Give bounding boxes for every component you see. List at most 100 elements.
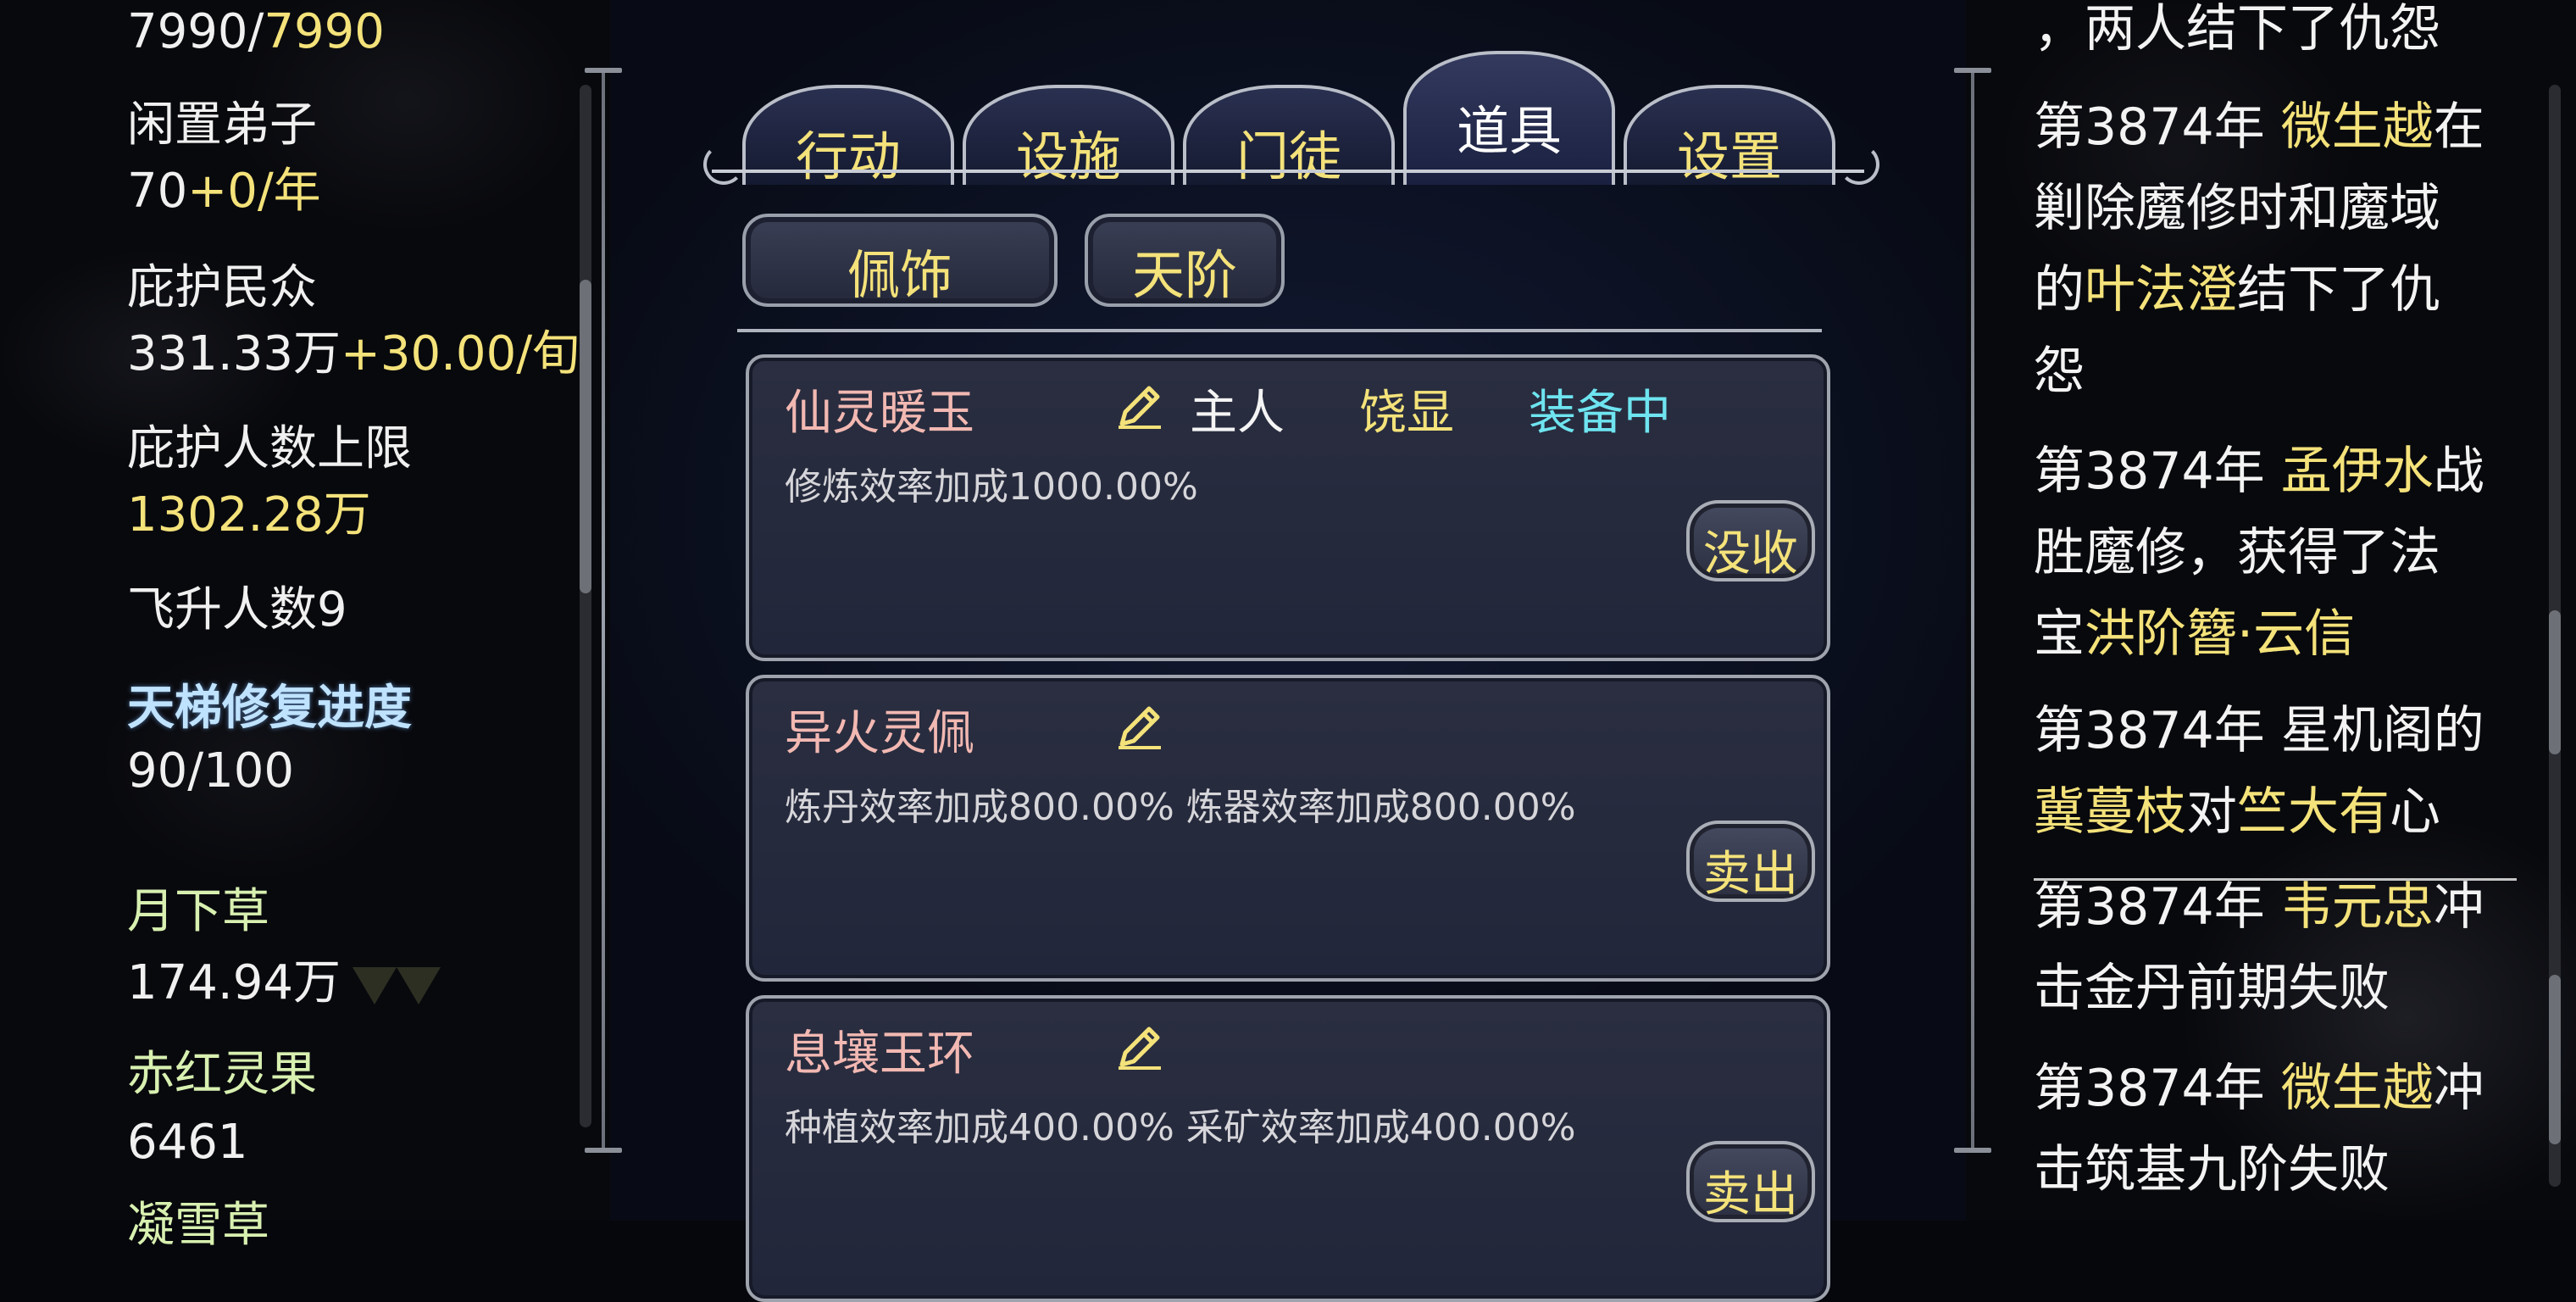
subtab-heavenly-tier-label: 天阶 — [1131, 244, 1237, 306]
log-text: ，两人结下了仇怨 — [2034, 0, 2440, 58]
tab-items[interactable]: 道具 — [1403, 51, 1615, 185]
protected-people-label: 庇护民众 — [127, 260, 317, 315]
log-treasure-name[interactable]: 洪阶簪·云信 — [2085, 604, 2355, 664]
log-text: 结下了仇 — [2237, 260, 2440, 320]
tab-facilities-label: 设施 — [1015, 125, 1121, 187]
right-scrollbar-thumb[interactable] — [2549, 610, 2561, 754]
item-equipped-status: 装备中 — [1529, 386, 1671, 441]
item-holder-name[interactable]: 饶显 — [1359, 375, 1454, 443]
log-text: 心 — [2390, 782, 2440, 842]
log-text: 第3874年 — [2034, 1059, 2281, 1118]
item-description: 修炼效率加成1000.00% — [785, 465, 1198, 509]
protected-people-value: 331.33万+30.00/旬 — [127, 324, 580, 385]
protect-cap-value: 1302.28万 — [127, 487, 371, 542]
log-text: 的 — [2034, 260, 2085, 320]
log-text: 怨 — [2034, 342, 2085, 401]
subtab-heavenly-tier[interactable]: 天阶 — [1085, 214, 1285, 307]
resource-red-fruit-label: 赤红灵果 — [127, 1047, 317, 1102]
idle-count: 70 — [127, 164, 188, 219]
rename-pencil-icon[interactable] — [1113, 700, 1164, 751]
item-owner-label: 主人 — [1190, 386, 1285, 441]
left-divider-cap-top — [585, 68, 622, 73]
log-text: 对 — [2186, 782, 2237, 842]
left-scrollbar-thumb[interactable] — [580, 280, 591, 593]
right-divider-cap-top — [1954, 68, 1991, 73]
left-divider-line — [602, 68, 605, 1153]
log-character-name[interactable]: 微生越 — [2281, 97, 2434, 157]
resource-moon-grass-value: 174.94万 — [127, 953, 441, 1014]
log-text: 在 — [2433, 97, 2484, 157]
log-character-name[interactable]: 孟伊水 — [2281, 442, 2434, 501]
event-log-entry: 第3874年 孟伊水战 胜魔修，获得了法 宝洪阶簪·云信 — [2034, 431, 2534, 675]
ascended-label: 飞升人数 — [127, 582, 317, 637]
log-text: 第3874年 星机阁的 — [2034, 701, 2484, 760]
hp-stat: 7990/7990 — [127, 2, 385, 63]
subtab-divider — [737, 329, 1822, 332]
item-card: 息壤玉环 种植效率加成400.00% 采矿效率加成400.00% 卖出 — [746, 995, 1830, 1302]
sell-button-label: 卖出 — [1703, 1167, 1798, 1222]
log-text: 胜魔修，获得了法 — [2034, 523, 2440, 582]
left-scrollbar[interactable] — [580, 85, 591, 1127]
ascended-stat: 飞升人数9 — [127, 580, 347, 641]
tab-bar-ornament-right — [1839, 144, 1879, 185]
item-card: 仙灵暖玉 主人 饶显 装备中 修炼效率加成1000.00% 没收 — [746, 354, 1830, 661]
event-log-entry: 第3874年 韦元忠冲 击金丹前期失败 — [2034, 866, 2534, 1029]
item-name: 息壤玉环 — [785, 1027, 974, 1082]
event-log-entry: 第3874年 星机阁的 冀蔓枝对竺大有心 — [2034, 690, 2534, 853]
log-character-name[interactable]: 竺大有 — [2237, 782, 2390, 842]
log-character-name[interactable]: 微生越 — [2281, 1059, 2434, 1118]
tab-items-label: 道具 — [1456, 100, 1562, 162]
subtab-accessories-label: 佩饰 — [847, 244, 952, 306]
event-log-line: ，两人结下了仇怨 — [2034, 0, 2534, 70]
resource-snow-grass-label: 凝雪草 — [127, 1198, 269, 1253]
log-text: 第3874年 — [2034, 442, 2281, 501]
tab-action-label: 行动 — [795, 125, 901, 187]
protected-rate: +30.00/旬 — [340, 326, 580, 381]
ladder-repair-label: 天梯修复进度 — [127, 681, 412, 736]
tab-bar-ornament-left — [703, 144, 744, 185]
sell-button-label: 卖出 — [1703, 847, 1798, 902]
resource-moon-grass-label: 月下草 — [127, 884, 269, 939]
idle-disciples-label: 闲置弟子 — [127, 97, 317, 153]
right-divider-cap-bottom — [1954, 1148, 1991, 1153]
item-description: 种植效率加成400.00% 采矿效率加成400.00% — [785, 1106, 1576, 1149]
decrease-arrow-icon — [396, 966, 441, 1004]
rename-pencil-icon[interactable] — [1113, 380, 1164, 431]
sell-button[interactable]: 卖出 — [1686, 1141, 1815, 1222]
idle-disciples-value: 70+0/年 — [127, 161, 321, 222]
log-character-name[interactable]: 韦元忠 — [2281, 877, 2434, 937]
item-card: 异火灵佩 炼丹效率加成800.00% 炼器效率加成800.00% 卖出 — [746, 675, 1830, 982]
log-character-name[interactable]: 叶法澄 — [2085, 260, 2237, 320]
ladder-repair-value: 90/100 — [127, 743, 295, 798]
log-text: 剿除魔修时和魔域 — [2034, 179, 2440, 238]
decrease-arrow-icon — [352, 966, 397, 1004]
hp-current: 7990/ — [127, 4, 264, 59]
item-name: 仙灵暖玉 — [785, 386, 974, 441]
item-name: 异火灵佩 — [785, 706, 974, 761]
log-text: 击筑基九阶失败 — [2034, 1140, 2390, 1199]
event-log-entry: 第3874年 微生越在 剿除魔修时和魔域 的叶法澄结下了仇 怨 — [2034, 86, 2534, 412]
sell-button[interactable]: 卖出 — [1686, 821, 1815, 902]
log-text: 第3874年 — [2034, 877, 2281, 937]
rename-pencil-icon[interactable] — [1113, 1021, 1164, 1071]
right-scrollbar-thumb-lower[interactable] — [2549, 975, 2561, 1144]
resource-red-fruit-value: 6461 — [127, 1115, 248, 1170]
main-tab-bar: 行动 设施 门徒 道具 设置 — [703, 17, 1879, 187]
tab-bar-baseline — [712, 170, 1864, 173]
subtab-accessories[interactable]: 佩饰 — [742, 214, 1058, 307]
confiscate-button[interactable]: 没收 — [1686, 500, 1815, 581]
hp-max: 7990 — [264, 4, 385, 59]
log-text: 冲 — [2433, 1059, 2484, 1118]
ascended-value: 9 — [317, 582, 347, 637]
log-text: 宝 — [2034, 604, 2085, 664]
log-character-name[interactable]: 冀蔓枝 — [2034, 782, 2186, 842]
right-divider-line — [1971, 68, 1974, 1153]
log-text: 战 — [2433, 442, 2484, 501]
event-log-entry: 第3874年 微生越冲 击筑基九阶失败 — [2034, 1048, 2534, 1210]
tab-settings-label: 设置 — [1676, 125, 1782, 187]
protect-cap-label: 庇护人数上限 — [127, 421, 412, 476]
moon-grass-count: 174.94万 — [127, 955, 341, 1010]
protected-count: 331.33万 — [127, 326, 341, 381]
item-description: 炼丹效率加成800.00% 炼器效率加成800.00% — [785, 786, 1576, 829]
confiscate-button-label: 没收 — [1703, 526, 1798, 581]
